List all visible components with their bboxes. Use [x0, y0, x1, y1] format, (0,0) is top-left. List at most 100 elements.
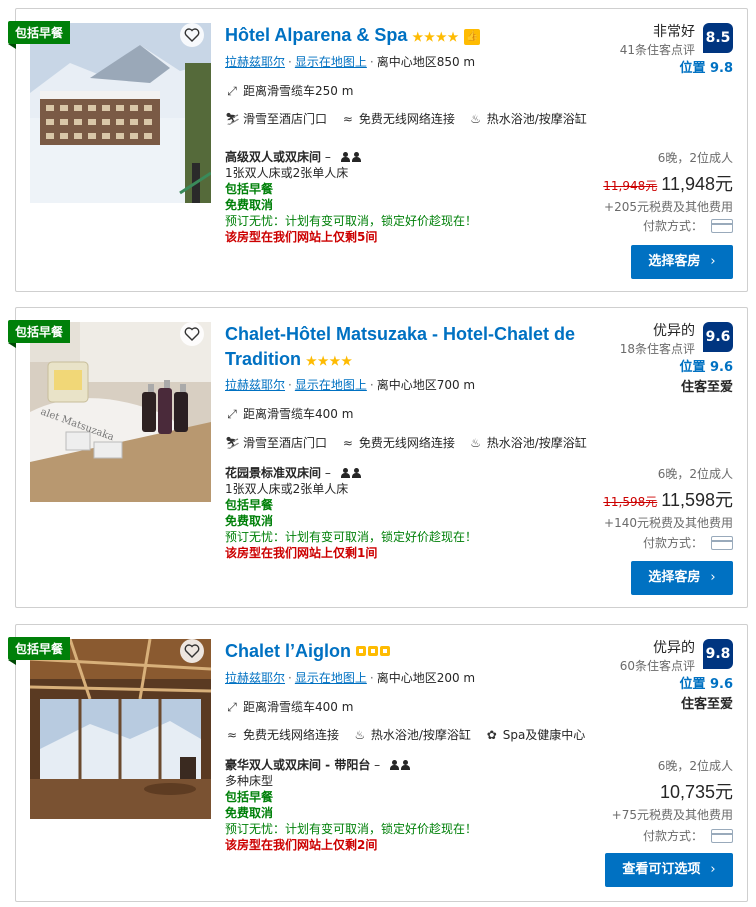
taxes-fees: +75元税费及其他费用	[611, 808, 733, 822]
hotel-name[interactable]: Chalet l’Aiglon	[225, 641, 351, 661]
show-on-map-link[interactable]: 显示在地图上	[295, 378, 367, 392]
chevron-right-icon: ›	[710, 862, 716, 877]
credit-card-icon	[711, 219, 733, 233]
current-price: 11,598元	[661, 490, 733, 510]
taxes-fees: +205元税费及其他费用	[604, 200, 733, 214]
facilities: ⛷ 滑雪至酒店门口 ≈ 免费无线网络连接 ♨ 热水浴池/按摩浴缸	[225, 110, 597, 127]
show-on-map-link[interactable]: 显示在地图上	[295, 671, 367, 685]
heart-icon[interactable]	[180, 639, 204, 663]
guests-icon	[340, 465, 363, 481]
heart-icon[interactable]	[180, 322, 204, 346]
breakfast-badge: 包括早餐	[8, 320, 71, 348]
hotel-name[interactable]: Hôtel Alparena & Spa	[225, 25, 407, 45]
hotel-card: alet Matsuzaka 包括早餐 Chalet-Hôtel Matsuza…	[8, 307, 748, 608]
review-summary[interactable]: 非常好 41条住客点评	[620, 21, 695, 58]
original-price: 11,948元	[603, 179, 658, 193]
payment-methods: 付款方式：	[643, 827, 733, 844]
location-score: 位置 9.6	[679, 360, 733, 375]
stay-summary: 6晚，2位成人	[657, 467, 733, 481]
facility-item: 免费无线网络连接	[358, 112, 455, 126]
select-room-button[interactable]: 选择客房 ›	[631, 561, 733, 595]
facility-item: 热水浴池/按摩浴缸	[486, 112, 587, 126]
ski-lift-distance-text: 距离滑雪缆车250 m	[243, 84, 354, 98]
button-label: 查看可订选项	[622, 862, 701, 877]
button-label: 选择客房	[648, 254, 701, 269]
hotel-title[interactable]: Chalet l’Aiglon	[225, 639, 392, 664]
ski-lift-distance: ⤢ 距离滑雪缆车400 m	[225, 405, 353, 422]
guest-favourite: 住客至爱	[680, 380, 733, 395]
location-score: 位置 9.6	[679, 677, 733, 692]
room-info: 豪华双人或双床间 - 带阳台 – 多种床型 包括早餐 免费取消 预订无忧：计划有…	[225, 757, 478, 852]
heart-icon[interactable]	[180, 23, 204, 47]
price-block: 6晚，2位成人 11,948元 11,948元 +205元税费及其他费用	[603, 149, 733, 215]
facility-item: 热水浴池/按摩浴缸	[486, 436, 587, 450]
hotel-card: 包括早餐 Chalet l’Aiglon 拉赫兹耶尔 · 显示在地图上 · 离中心地区2…	[8, 624, 748, 902]
location-line: 拉赫兹耶尔 · 显示在地图上 · 离中心地区200 m	[225, 671, 476, 685]
review-count: 60条住客点评	[619, 659, 695, 673]
hot-tub-icon: ♨	[470, 112, 482, 126]
show-on-map-link[interactable]: 显示在地图上	[295, 55, 367, 69]
see-availability-button[interactable]: 查看可订选项 ›	[605, 853, 733, 887]
scarcity-text: 该房型在我们网站上仅剩5间	[225, 230, 378, 244]
review-word: 非常好	[653, 24, 695, 40]
scarcity-text: 该房型在我们网站上仅剩1间	[225, 546, 378, 560]
city-link[interactable]: 拉赫兹耶尔	[225, 671, 285, 685]
breakfast-badge: 包括早餐	[8, 21, 71, 49]
room-info: 高级双人或双床间 – 1张双人床或2张单人床 包括早餐 免费取消 预订无忧：计划…	[225, 150, 478, 244]
hot-tub-icon: ♨	[470, 436, 482, 450]
review-score[interactable]: 9.8	[703, 639, 733, 669]
hotel-photo[interactable]	[30, 639, 211, 819]
hotel-photo[interactable]: alet Matsuzaka	[30, 322, 211, 502]
hotel-photo[interactable]	[30, 23, 211, 203]
ski-lift-icon: ⤢	[227, 700, 237, 714]
review-word: 优异的	[653, 640, 695, 656]
wifi-icon: ≈	[226, 728, 238, 742]
center-distance: 离中心地区850 m	[376, 55, 476, 69]
room-name: 高级双人或双床间	[225, 150, 322, 164]
facility-item: 滑雪至酒店门口	[243, 112, 328, 126]
hotel-title[interactable]: Hôtel Alparena & Spa ★★★★ 👍	[225, 23, 481, 50]
hotel-name[interactable]: Chalet-Hôtel Matsuzaka - Hotel-Chalet de	[225, 322, 575, 347]
stay-summary: 6晚，2位成人	[657, 151, 733, 165]
center-distance: 离中心地区200 m	[376, 671, 476, 685]
city-link[interactable]: 拉赫兹耶尔	[225, 378, 285, 392]
taxes-fees: +140元税费及其他费用	[604, 516, 733, 530]
spa-icon: ✿	[486, 728, 497, 742]
guest-favourite: 住客至爱	[680, 697, 733, 712]
chevron-right-icon: ›	[710, 254, 716, 269]
apartment-rating	[356, 641, 392, 661]
location-line: 拉赫兹耶尔 · 显示在地图上 · 离中心地区700 m	[225, 378, 476, 392]
facility-item: 免费无线网络连接	[243, 728, 340, 742]
breakfast-included: 包括早餐	[225, 498, 274, 512]
current-price: 10,735元	[659, 782, 733, 802]
select-room-button[interactable]: 选择客房 ›	[631, 245, 733, 279]
breakfast-included: 包括早餐	[225, 182, 274, 196]
ski-lift-distance-text: 距离滑雪缆车400 m	[243, 407, 354, 421]
free-cancellation: 免费取消	[225, 198, 274, 212]
payment-label: 付款方式：	[642, 829, 703, 843]
bed-type: 1张双人床或2张单人床	[225, 482, 349, 496]
ski-lift-icon: ⤢	[227, 407, 237, 421]
bed-type: 多种床型	[225, 774, 274, 788]
location-line: 拉赫兹耶尔 · 显示在地图上 · 离中心地区850 m	[225, 55, 476, 69]
location-score: 位置 9.8	[679, 61, 733, 76]
price-block: 6晚，2位成人 10,735元 +75元税费及其他费用	[612, 757, 733, 823]
wifi-icon: ≈	[342, 112, 353, 126]
review-summary[interactable]: 优异的 18条住客点评	[620, 320, 695, 357]
stay-summary: 6晚，2位成人	[657, 759, 733, 773]
price-block: 6晚，2位成人 11,598元 11,598元 +140元税费及其他费用	[603, 465, 733, 531]
review-word: 优异的	[653, 323, 695, 339]
city-link[interactable]: 拉赫兹耶尔	[225, 55, 285, 69]
original-price: 11,598元	[603, 495, 658, 509]
review-score[interactable]: 8.5	[703, 23, 733, 53]
review-summary[interactable]: 优异的 60条住客点评	[620, 637, 695, 674]
ski-lift-distance: ⤢ 距离滑雪缆车400 m	[225, 698, 353, 715]
facility-item: 热水浴池/按摩浴缸	[370, 728, 471, 742]
hotel-card: 包括早餐 Hôtel Alparena & Spa ★★★★ 👍 拉赫兹耶尔 · 显…	[8, 8, 748, 292]
guests-icon	[389, 757, 412, 773]
review-score[interactable]: 9.6	[703, 322, 733, 352]
chevron-right-icon: ›	[710, 570, 716, 585]
hotel-title[interactable]: Chalet-Hôtel Matsuzaka - Hotel-Chalet de…	[225, 322, 575, 374]
hotel-name-cont[interactable]: Tradition	[225, 349, 301, 369]
center-distance: 离中心地区700 m	[376, 378, 476, 392]
